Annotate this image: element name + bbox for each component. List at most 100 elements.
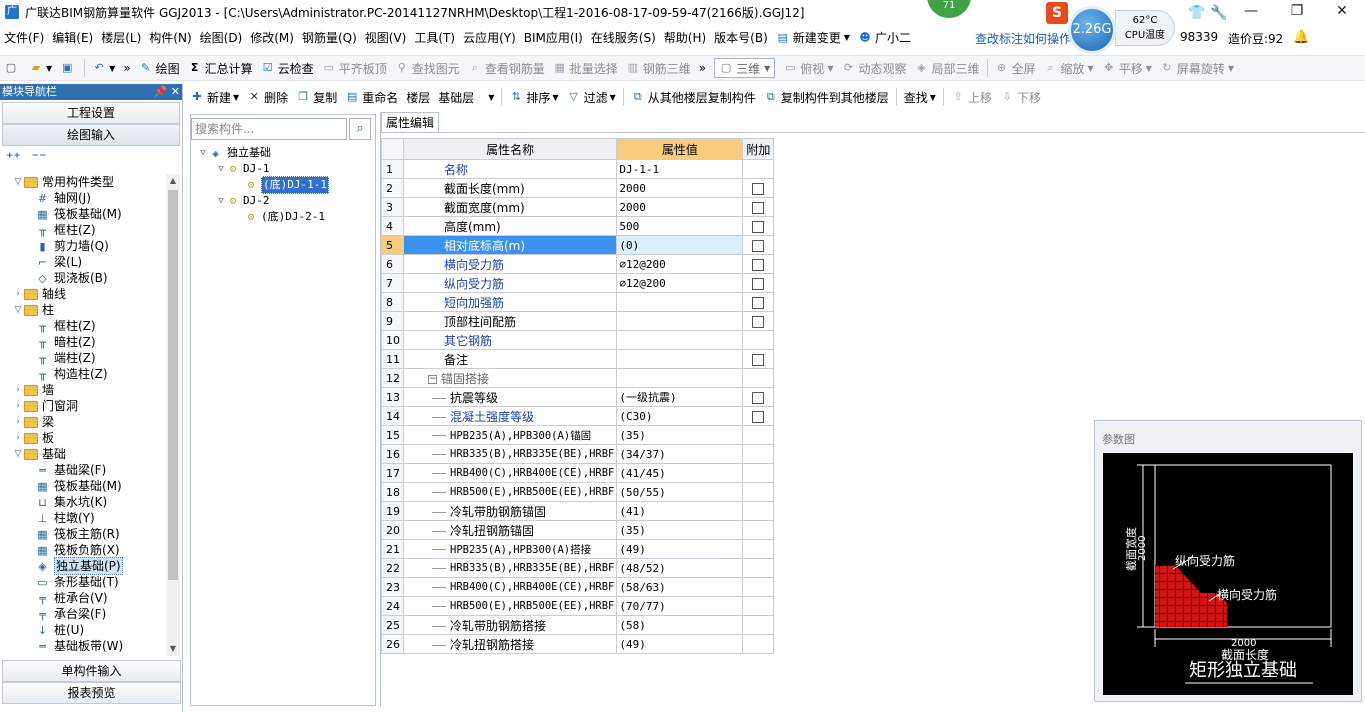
property-add-cell[interactable] xyxy=(742,406,775,426)
property-row[interactable]: 21 HPB235(A),HPB300(A)搭接 (49) xyxy=(381,539,775,559)
property-value-cell[interactable]: 2000 xyxy=(616,178,744,198)
tab-property-edit[interactable]: 属性编辑 xyxy=(381,112,440,132)
orbit-button[interactable]: ⟳ 动态观察 xyxy=(837,56,910,80)
cloud-check-button[interactable]: ☑ 云检查 xyxy=(257,56,318,80)
property-value-cell[interactable]: (35) xyxy=(616,425,744,445)
property-value-cell[interactable]: (一级抗震) xyxy=(616,387,744,407)
nav-item[interactable]: ═ 基础梁(F) xyxy=(2,462,164,478)
menu-view[interactable]: 视图(V) xyxy=(361,26,411,50)
append-checkbox[interactable] xyxy=(752,239,765,252)
property-row[interactable]: 7 纵向受力筋 ⌀12@200 xyxy=(381,273,775,293)
restore-button[interactable]: ❐ xyxy=(1274,0,1320,24)
scroll-thumb[interactable] xyxy=(168,190,178,580)
property-row[interactable]: 11 备注 xyxy=(381,349,775,369)
component-search-input[interactable]: 搜索构件... xyxy=(191,118,347,140)
nav-item[interactable]: ▦ 筏板负筋(X) xyxy=(2,542,164,558)
scroll-up-icon[interactable]: ▲ xyxy=(166,174,180,188)
property-row[interactable]: 13 抗震等级 (一级抗震) xyxy=(381,387,775,407)
property-add-cell[interactable] xyxy=(742,254,775,274)
property-add-cell[interactable] xyxy=(742,387,775,407)
collapse-arrow-icon[interactable]: ▽ xyxy=(215,193,227,209)
collapse-all-icon[interactable]: ⁻⁻ xyxy=(32,150,47,166)
property-value-cell[interactable]: (C30) xyxy=(616,406,744,426)
property-row[interactable]: 5 相对底标高(m) (0) xyxy=(381,235,775,255)
property-row[interactable]: 3 截面宽度(mm) 2000 xyxy=(381,197,775,217)
menu-edit[interactable]: 编辑(E) xyxy=(48,26,97,50)
draw-button[interactable]: ✎ 绘图 xyxy=(135,56,184,80)
append-checkbox[interactable] xyxy=(752,315,765,328)
move-down-button[interactable]: ⇩ 下移 xyxy=(996,85,1045,109)
collapse-arrow-icon[interactable]: ▽ xyxy=(197,145,209,161)
property-row[interactable]: 24 HRB500(E),HRB500E(EE),HRBF (70/77) xyxy=(381,596,775,616)
property-row[interactable]: 10 其它钢筋 xyxy=(381,330,775,350)
append-checkbox[interactable] xyxy=(752,391,765,404)
component-tree-node[interactable]: ▽ ⚙ DJ-2 xyxy=(195,193,373,209)
nav-folder[interactable]: › 门窗洞 xyxy=(2,398,164,414)
nav-item[interactable]: ╥ 暗柱(Z) xyxy=(2,334,164,350)
append-checkbox[interactable] xyxy=(752,182,765,195)
copy-from-floor-button[interactable]: ⧉ 从其他楼层复制构件 xyxy=(627,85,760,109)
copy-to-floor-button[interactable]: ⧉ 复制构件到其他楼层 xyxy=(760,85,893,109)
nav-item[interactable]: ⊥ 柱墩(Y) xyxy=(2,510,164,526)
property-value-cell[interactable] xyxy=(616,311,744,331)
nav-folder[interactable]: › 墙 xyxy=(2,382,164,398)
nav-item[interactable]: ▭ 条形基础(T) xyxy=(2,574,164,590)
property-value-cell[interactable]: (41) xyxy=(616,501,744,521)
property-row[interactable]: 4 高度(mm) 500 xyxy=(381,216,775,236)
rebar-3d-button[interactable]: ▥ 钢筋三维 xyxy=(622,56,695,80)
collapse-arrow-icon[interactable]: ▽ xyxy=(12,174,24,190)
collapse-arrow-icon[interactable]: ▽ xyxy=(12,302,24,318)
property-row[interactable]: 26 冷轧扭钢筋搭接 (49) xyxy=(381,634,775,654)
component-tree-node[interactable]: ⚙ (底)DJ-2-1 xyxy=(195,209,373,225)
expand-arrow-icon[interactable]: › xyxy=(12,382,24,398)
nav-item[interactable]: ⌐ 梁(L) xyxy=(2,254,164,270)
property-value-cell[interactable] xyxy=(616,349,744,369)
property-value-cell[interactable]: (48/52) xyxy=(616,558,744,578)
fullscreen-button[interactable]: ⊕ 全屏 xyxy=(991,56,1040,80)
append-checkbox[interactable] xyxy=(752,410,765,423)
overflow-button[interactable]: » xyxy=(119,56,134,80)
property-value-cell[interactable]: (49) xyxy=(616,634,744,654)
shirt-icon[interactable]: 👕 xyxy=(1188,5,1205,21)
overflow-button-2[interactable]: » xyxy=(695,56,710,80)
single-input-button[interactable]: 单构件输入 xyxy=(2,660,181,682)
view-rebar-qty-button[interactable]: ⌕ 查看钢筋量 xyxy=(464,56,549,80)
property-value-cell[interactable]: (50/55) xyxy=(616,482,744,502)
menu-xiaoer[interactable]: ☻ 广小二 xyxy=(854,26,915,50)
local-3d-button[interactable]: ◈ 局部三维 xyxy=(910,56,983,80)
nav-item[interactable]: ▮ 剪力墙(Q) xyxy=(2,238,164,254)
nav-item[interactable]: ╥ 端柱(Z) xyxy=(2,350,164,366)
menu-version[interactable]: 版本号(B) xyxy=(710,26,772,50)
property-value-cell[interactable]: 500 xyxy=(616,216,744,236)
menu-help[interactable]: 帮助(H) xyxy=(660,26,710,50)
nav-item[interactable]: ╥ 框柱(Z) xyxy=(2,222,164,238)
filter-button[interactable]: ▽ 过滤 ▼ xyxy=(563,85,620,109)
property-value-cell[interactable]: 2000 xyxy=(616,197,744,217)
component-tree-node[interactable]: ▽ ⚙ DJ-1 xyxy=(195,161,373,177)
nav-item[interactable]: ◈ 独立基础(P) xyxy=(2,557,164,575)
nav-item[interactable]: ↓ 桩(U) xyxy=(2,622,164,638)
sort-button[interactable]: ⇅ 排序 ▼ xyxy=(505,85,562,109)
view-mode-select[interactable]: ▢ 三维 ▼ xyxy=(714,58,776,78)
nav-item[interactable]: ▦ 筏板基础(M) xyxy=(2,478,164,494)
property-value-cell[interactable]: (34/37) xyxy=(616,444,744,464)
append-checkbox[interactable] xyxy=(752,220,765,233)
move-up-button[interactable]: ⇧ 上移 xyxy=(947,85,996,109)
property-row[interactable]: 1 名称 DJ-1-1 xyxy=(381,159,775,179)
help-link[interactable]: 查改标注如何操作 xyxy=(975,30,1071,47)
copy-button[interactable]: ❐ 复制 xyxy=(292,85,341,109)
scroll-down-icon[interactable]: ▼ xyxy=(166,642,180,656)
append-checkbox[interactable] xyxy=(752,353,765,366)
property-row[interactable]: 20 冷轧扭钢筋锚固 (35) xyxy=(381,520,775,540)
append-checkbox[interactable] xyxy=(752,201,765,214)
find-button[interactable]: 查找 ▼ xyxy=(900,85,940,109)
find-element-button[interactable]: ⚲ 查找图元 xyxy=(391,56,464,80)
nav-folder[interactable]: ▽ 柱 xyxy=(2,302,164,318)
new-button[interactable]: ✚ 新建 ▼ xyxy=(186,85,243,109)
property-value-cell[interactable]: (58) xyxy=(616,615,744,635)
component-tree-node[interactable]: ▽ ◈ 独立基础 xyxy=(195,145,373,161)
nav-item[interactable]: ╥ 构造柱(Z) xyxy=(2,366,164,382)
nav-item[interactable]: ╤ 桩承台(V) xyxy=(2,590,164,606)
append-checkbox[interactable] xyxy=(752,258,765,271)
align-slab-top-button[interactable]: ▭ 平齐板顶 xyxy=(318,56,391,80)
